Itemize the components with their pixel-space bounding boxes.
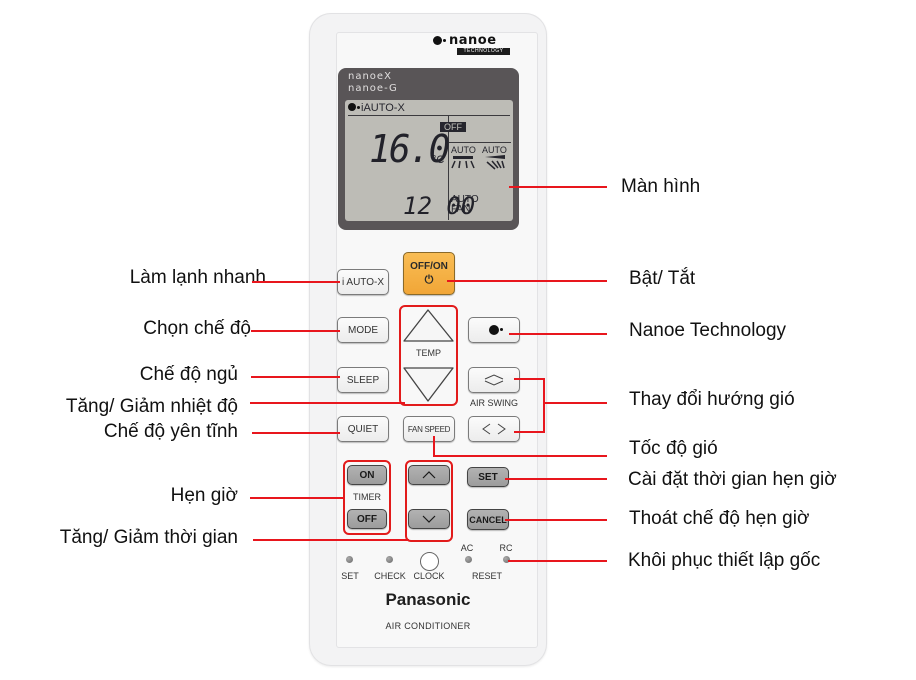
chevron-down-icon [422,515,436,523]
callout-fan-speed: Tốc độ gió [629,438,718,459]
callout-mode: Chọn chế độ [143,318,251,339]
air-swing-vertical-button[interactable] [468,367,520,393]
callout-set: Cài đặt thời gian hẹn giờ [628,469,837,490]
mode-button[interactable]: MODE [337,317,389,343]
callout-line-cancel [505,519,607,521]
clock-button[interactable] [420,552,439,571]
fan-speed-button[interactable]: FAN SPEED [403,416,455,442]
iauto-x-button[interactable]: i AUTO-X [337,269,389,295]
callout-line-set [505,478,607,480]
callout-display: Màn hình [621,176,701,197]
quiet-button[interactable]: QUIET [337,416,389,442]
reset-label: RESET [471,571,502,581]
ac-label: AC [460,543,474,553]
ac-reset-button[interactable] [465,556,472,563]
chevron-up-icon [422,471,436,479]
temp-down-button[interactable] [402,365,455,403]
check-label: CHECK [374,571,406,581]
nanoe-logo: nanoe [433,33,497,48]
time-down-button[interactable] [408,509,450,529]
set-button[interactable]: SET [467,467,509,487]
product-label: AIR CONDITIONER [385,621,471,631]
callout-line-fan-vertical [433,436,435,457]
callout-line-time-adjust [253,539,409,541]
timer-label: TIMER [353,492,381,502]
callout-line-timer [250,497,345,499]
clock-label: CLOCK [413,571,445,581]
callout-line-iauto-x [252,281,340,283]
check-pinhole-button[interactable] [386,556,393,563]
set-pinhole-button[interactable] [346,556,353,563]
air-swing-horizontal-button[interactable] [468,416,520,442]
swing-vertical-icon [484,374,504,386]
lcd-mode: iAUTO-X [361,102,405,114]
air-swing-label: AIR SWING [469,398,518,408]
timer-on-button[interactable]: ON [347,465,387,485]
nanoe-logo-text: nanoe [449,33,497,48]
lcd-divider-top [348,115,510,116]
callout-line-temp [250,402,405,404]
callout-line-swing-bottom [514,431,545,433]
callout-power: Bật/ Tắt [629,268,696,289]
nanoe-technology-badge: TECHNOLOGY [457,48,510,55]
lcd-screen: iAUTO-X OFF 16.0 °C AUTO AUTO 12 00 AUTO… [345,100,513,221]
lcd-louver-horizontal-icon [485,155,505,170]
callout-line-nanoe [509,333,607,335]
callout-timer: Hẹn giờ [170,485,238,506]
callout-line-fan-speed [433,455,607,457]
callout-bracket-swing [543,378,545,433]
callout-temp: Tăng/ Giảm nhiệt độ [65,396,238,417]
nanoe-dot-icon [433,36,446,45]
panasonic-logo: Panasonic [385,590,471,609]
swing-horizontal-icon [482,423,506,435]
set-pinhole-label: SET [341,571,359,581]
power-button[interactable]: OFF/ON ⏻ [403,252,455,295]
callout-line-power [447,280,607,282]
callout-nanoe: Nanoe Technology [629,320,787,341]
lcd-swing-vertical-auto: AUTO [451,145,476,155]
display-brand-nanoeg: nanoe-G [348,83,398,94]
callout-line-reset [508,560,607,562]
power-icon: ⏻ [424,273,434,286]
lcd-fan-label: FAN [451,204,471,215]
callout-quiet: Chế độ yên tĩnh [103,421,238,442]
callout-line-quiet [252,432,340,434]
time-up-button[interactable] [408,465,450,485]
callout-line-mode [251,330,340,332]
lcd-louver-vertical-icon [451,156,475,169]
callout-line-swing [543,402,607,404]
callout-line-display [509,186,607,188]
nanoe-button-icon [489,325,503,335]
temp-up-button[interactable] [402,308,455,344]
lcd-divider-right [449,142,511,143]
lcd-temp-unit: °C [432,154,445,166]
callout-swing: Thay đổi hướng gió [629,389,795,410]
callout-reset: Khôi phục thiết lập gốc [628,550,821,571]
temp-label: TEMP [415,348,441,358]
sleep-button[interactable]: SLEEP [337,367,389,393]
callout-cancel: Thoát chế độ hẹn giờ [629,508,810,529]
callout-time-adjust: Tăng/ Giảm thời gian [59,527,238,548]
power-button-label: OFF/ON [410,260,448,272]
callout-iauto-x: Làm lạnh nhanh [129,267,266,288]
nanoe-button[interactable] [468,317,520,343]
cancel-button[interactable]: CANCEL [467,509,509,530]
callout-sleep: Chế độ ngủ [139,364,238,385]
callout-line-sleep [251,376,340,378]
timer-off-button[interactable]: OFF [347,509,387,529]
rc-label: RC [499,543,513,553]
callout-line-swing-top [514,378,545,380]
lcd-nanoe-icon [348,103,360,111]
display-brand-nanoex: nanoeX [348,71,392,82]
